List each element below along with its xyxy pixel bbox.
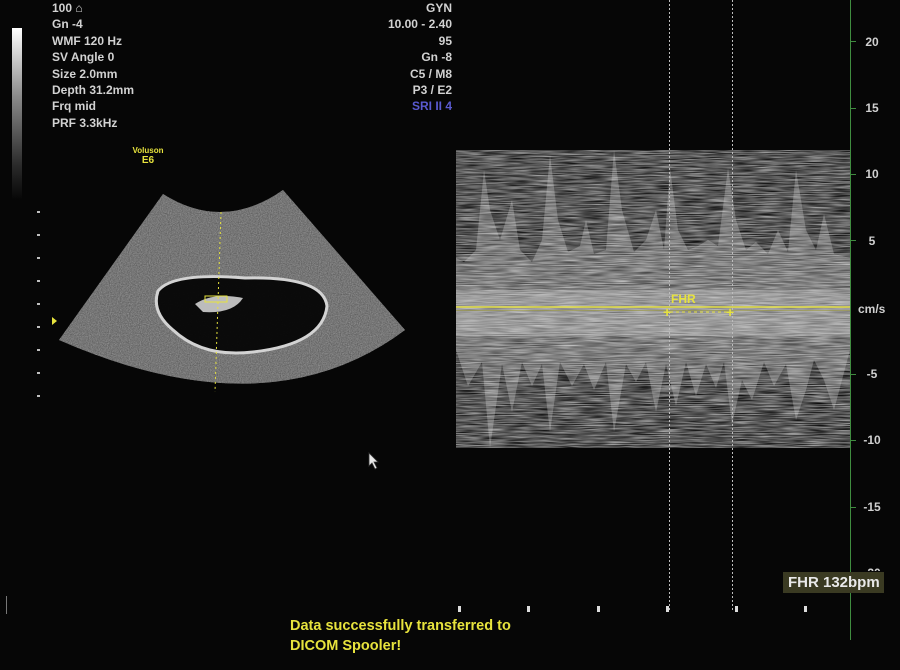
doppler-spectrum: [456, 150, 850, 448]
doppler-baseline-secondary: [456, 310, 850, 311]
scale-label-minus-15: -15: [863, 500, 881, 514]
grayscale-bar: [12, 28, 22, 200]
time-tick: [804, 606, 807, 612]
scale-label-minus-10: -10: [863, 433, 881, 447]
fhr-caliper-label: FHR: [671, 292, 696, 306]
voluson-logo: Voluson E6: [128, 146, 168, 166]
scale-label-5: 5: [868, 234, 876, 248]
scale-label-20: 20: [865, 35, 879, 49]
param-c-m: C5 / M8: [409, 66, 452, 81]
param-size: Size 2.0mm: [52, 66, 118, 81]
param-p-e: P3 / E2: [412, 83, 452, 98]
time-tick: [735, 606, 738, 612]
fhr-result-readout: FHR 132bpm: [783, 572, 884, 593]
param-preset: GYN: [425, 1, 452, 15]
param-wmf: WMF 120 Hz: [52, 33, 123, 48]
time-tick: [458, 606, 461, 612]
param-sv-angle: SV Angle 0: [52, 50, 115, 65]
b-mode-sector-image: [59, 190, 405, 393]
velocity-scale-axis: [850, 0, 851, 640]
scale-label-15: 15: [865, 101, 879, 115]
mouse-pointer-icon: [368, 452, 379, 470]
param-gain: Gn -4: [52, 17, 83, 32]
doppler-baseline: [456, 306, 850, 308]
status-line-2: DICOM Spooler!: [290, 638, 402, 654]
param-prf: PRF 3.3kHz: [52, 115, 118, 130]
left-parameter-panel: 100 ⌂ Gn -4 WMF 120 Hz SV Angle 0 Size 2…: [52, 0, 134, 131]
param-sri: SRI II 4: [411, 99, 452, 114]
velocity-unit-label: cm/s: [858, 302, 886, 316]
param-b-gain: Gn -8: [421, 50, 452, 65]
time-tick: [597, 606, 600, 612]
param-frame: 95: [438, 33, 452, 48]
param-frequency: Frq mid: [52, 99, 96, 114]
param-depth: Depth 31.2mm: [52, 83, 135, 98]
caliper-connector: [670, 311, 732, 313]
right-parameter-panel: GYN 10.00 - 2.40 95 Gn -8 C5 / M8 P3 / E…: [340, 0, 452, 115]
status-message: Data successfully transferred to DICOM S…: [290, 616, 511, 656]
param-power: 100 ⌂: [52, 1, 83, 15]
param-frequency-range: 10.00 - 2.40: [387, 17, 452, 32]
brand-model: E6: [141, 155, 155, 166]
status-line-1: Data successfully transferred to: [290, 618, 511, 634]
scale-label-minus-5: -5: [866, 367, 878, 381]
edge-marker: [6, 596, 7, 614]
time-tick: [527, 606, 530, 612]
scale-label-10: 10: [865, 167, 879, 181]
time-tick: [666, 606, 669, 612]
